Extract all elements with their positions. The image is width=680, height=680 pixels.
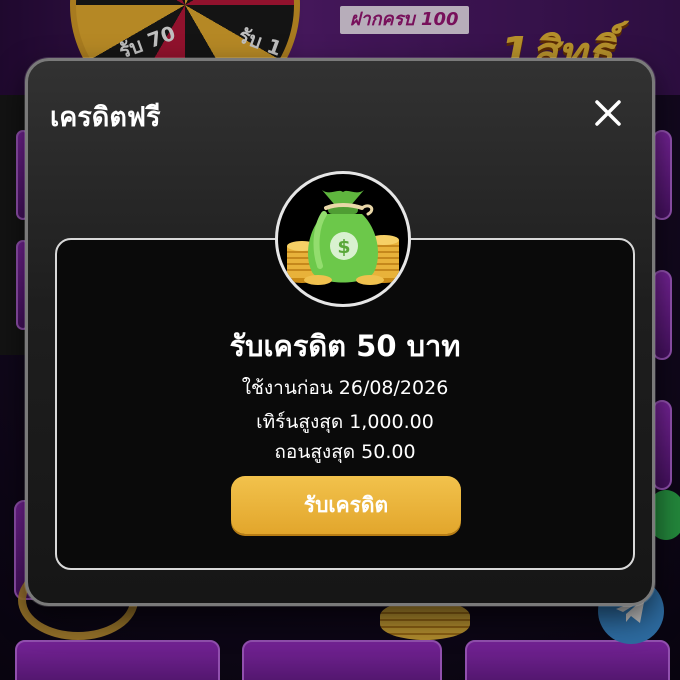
modal-title: เครดิตฟรี [50,102,161,133]
expiry-text: ใช้งานก่อน 26/08/2026 [241,377,449,399]
money-bag-icon: $ [287,190,399,285]
credit-headline: รับเครดิต 50 บาท [229,329,461,363]
close-button[interactable] [590,95,626,131]
money-bag-badge: $ [275,171,411,307]
svg-text:$: $ [337,236,350,258]
max-turnover-text: เทิร์นสูงสุด 1,000.00 [256,411,434,433]
free-credit-modal: เครดิตฟรี $ รับเครดิต 50 บาท ใช้งานก่อน … [25,58,655,606]
max-withdraw-text: ถอนสูงสุด 50.00 [274,441,416,463]
page: รับ 70 รับ 1 ฝากครบ 100 1สิทธิ์ เครดิตฟร… [0,0,680,680]
close-icon [595,100,621,126]
claim-credit-button[interactable]: รับเครดิต [231,476,461,534]
